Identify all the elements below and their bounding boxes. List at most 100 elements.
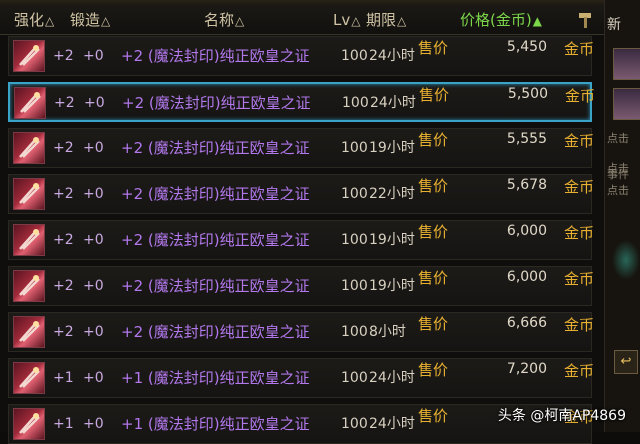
price-value: 6,000 (506, 269, 547, 285)
forge-value: +0 (83, 324, 104, 340)
side-slot[interactable] (613, 48, 640, 80)
level-value: 100 (342, 95, 369, 111)
character-glow (612, 240, 640, 280)
sort-icon: △ (45, 14, 55, 28)
currency-label: 金币 (564, 224, 595, 242)
item-icon (13, 224, 45, 256)
currency-label: 金币 (564, 316, 595, 334)
sort-icon: △ (397, 14, 407, 28)
price-label: 售价 (418, 361, 449, 379)
strengthen-value: +1 (53, 370, 74, 386)
header-level[interactable]: Lv△ (333, 6, 360, 34)
price-label: 售价 (418, 269, 449, 287)
header-period-label: 期限 (366, 11, 397, 29)
price-label: 售价 (418, 315, 449, 333)
level-value: 100 (341, 370, 368, 386)
currency-label: 金币 (565, 87, 596, 105)
item-name: +2 (魔法封印)纯正欧皇之证 (121, 277, 310, 295)
level-value: 100 (341, 232, 368, 248)
item-icon (14, 87, 46, 119)
hammer-icon[interactable] (577, 11, 595, 29)
table-row[interactable]: +2 +0 +2 (魔法封印)纯正欧皇之证 100 22小时 售价 5,678 金币 (8, 174, 594, 214)
forge-value: +0 (83, 416, 104, 432)
forge-value: +0 (83, 140, 104, 156)
strengthen-value: +2 (53, 232, 74, 248)
period-value: 19小时 (369, 278, 415, 294)
level-value: 100 (341, 416, 368, 432)
sort-icon: △ (351, 14, 361, 28)
side-slot[interactable] (613, 88, 640, 120)
header-forge-label: 锻造 (70, 11, 101, 29)
item-name: +1 (魔法封印)纯正欧皇之证 (121, 369, 310, 387)
table-row[interactable]: +1 +0 +1 (魔法封印)纯正欧皇之证 100 24小时 售价 7,200 金币 (8, 358, 594, 398)
item-name: +2 (魔法封印)纯正欧皇之证 (121, 231, 310, 249)
price-value: 5,555 (506, 131, 547, 147)
period-value: 8小时 (369, 324, 406, 340)
table-row[interactable]: +2 +0 +2 (魔法封印)纯正欧皇之证 100 19小时 售价 6,000 金币 (8, 266, 594, 306)
price-value: 5,450 (506, 39, 547, 55)
period-value: 24小时 (370, 95, 416, 111)
item-name: +2 (魔法封印)纯正欧皇之证 (121, 139, 310, 157)
forge-value: +0 (83, 48, 104, 64)
price-label: 售价 (418, 177, 449, 195)
period-value: 19小时 (369, 232, 415, 248)
period-value: 24小时 (369, 48, 415, 64)
strengthen-value: +2 (53, 278, 74, 294)
strengthen-value: +2 (53, 186, 74, 202)
forge-value: +0 (83, 370, 104, 386)
currency-label: 金币 (564, 362, 595, 380)
table-row[interactable]: +2 +0 +2 (魔法封印)纯正欧皇之证 100 19小时 售价 6,000 金币 (8, 220, 594, 260)
strengthen-value: +2 (53, 324, 74, 340)
table-row[interactable]: +2 +0 +2 (魔法封印)纯正欧皇之证 100 19小时 售价 5,555 金币 (8, 128, 594, 168)
sort-icon: △ (101, 14, 111, 28)
side-label: 点击 (607, 184, 629, 197)
strengthen-value: +2 (53, 48, 74, 64)
item-name: +2 (魔法封印)纯正欧皇之证 (121, 323, 310, 341)
item-icon (13, 132, 45, 164)
header-name-label: 名称 (204, 11, 235, 29)
header-price-label: 价格(金币) (460, 11, 532, 29)
strengthen-value: +2 (54, 95, 75, 111)
item-icon (13, 362, 45, 394)
table-row[interactable]: +2 +0 +2 (魔法封印)纯正欧皇之证 100 8小时 售价 6,666 金币 (8, 312, 594, 352)
forge-value: +0 (83, 278, 104, 294)
period-value: 19小时 (369, 140, 415, 156)
period-value: 24小时 (369, 370, 415, 386)
watermark: 头条 @柯南AP4869 (497, 408, 626, 424)
strengthen-value: +1 (53, 416, 74, 432)
table-row[interactable]: +2 +0 +2 (魔法封印)纯正欧皇之证 100 24小时 售价 5,500 金币 (8, 82, 595, 122)
level-value: 100 (341, 278, 368, 294)
price-value: 5,500 (507, 86, 548, 102)
price-value: 5,678 (506, 177, 547, 193)
price-label: 售价 (419, 86, 450, 104)
side-label: 点击 (607, 132, 629, 145)
item-icon (13, 408, 45, 440)
price-label: 售价 (418, 131, 449, 149)
currency-label: 金币 (564, 178, 595, 196)
forge-value: +0 (83, 232, 104, 248)
sort-active-icon: ▲ (532, 14, 542, 28)
price-label: 售价 (418, 223, 449, 241)
header-forge[interactable]: 锻造△ (70, 6, 110, 34)
currency-label: 金币 (564, 132, 595, 150)
return-icon[interactable]: ↩ (614, 350, 638, 374)
currency-label: 金币 (564, 40, 595, 58)
header-strengthen[interactable]: 强化△ (14, 6, 54, 34)
price-label: 售价 (418, 39, 449, 57)
item-icon (13, 316, 45, 348)
item-name: +2 (魔法封印)纯正欧皇之证 (121, 185, 310, 203)
item-name: +2 (魔法封印)纯正欧皇之证 (121, 47, 310, 65)
price-value: 6,000 (506, 223, 547, 239)
level-value: 100 (341, 324, 368, 340)
price-value: 6,666 (506, 315, 547, 331)
price-label: 售价 (418, 407, 449, 425)
level-value: 100 (341, 140, 368, 156)
header-strengthen-label: 强化 (14, 11, 45, 29)
header-period[interactable]: 期限△ (366, 6, 406, 34)
price-value: 7,200 (506, 361, 547, 377)
period-value: 22小时 (369, 186, 415, 202)
header-name[interactable]: 名称△ (204, 6, 244, 34)
item-name: +1 (魔法封印)纯正欧皇之证 (121, 415, 310, 433)
level-value: 100 (341, 186, 368, 202)
table-row[interactable]: +2 +0 +2 (魔法封印)纯正欧皇之证 100 24小时 售价 5,450 金币 (8, 36, 594, 76)
